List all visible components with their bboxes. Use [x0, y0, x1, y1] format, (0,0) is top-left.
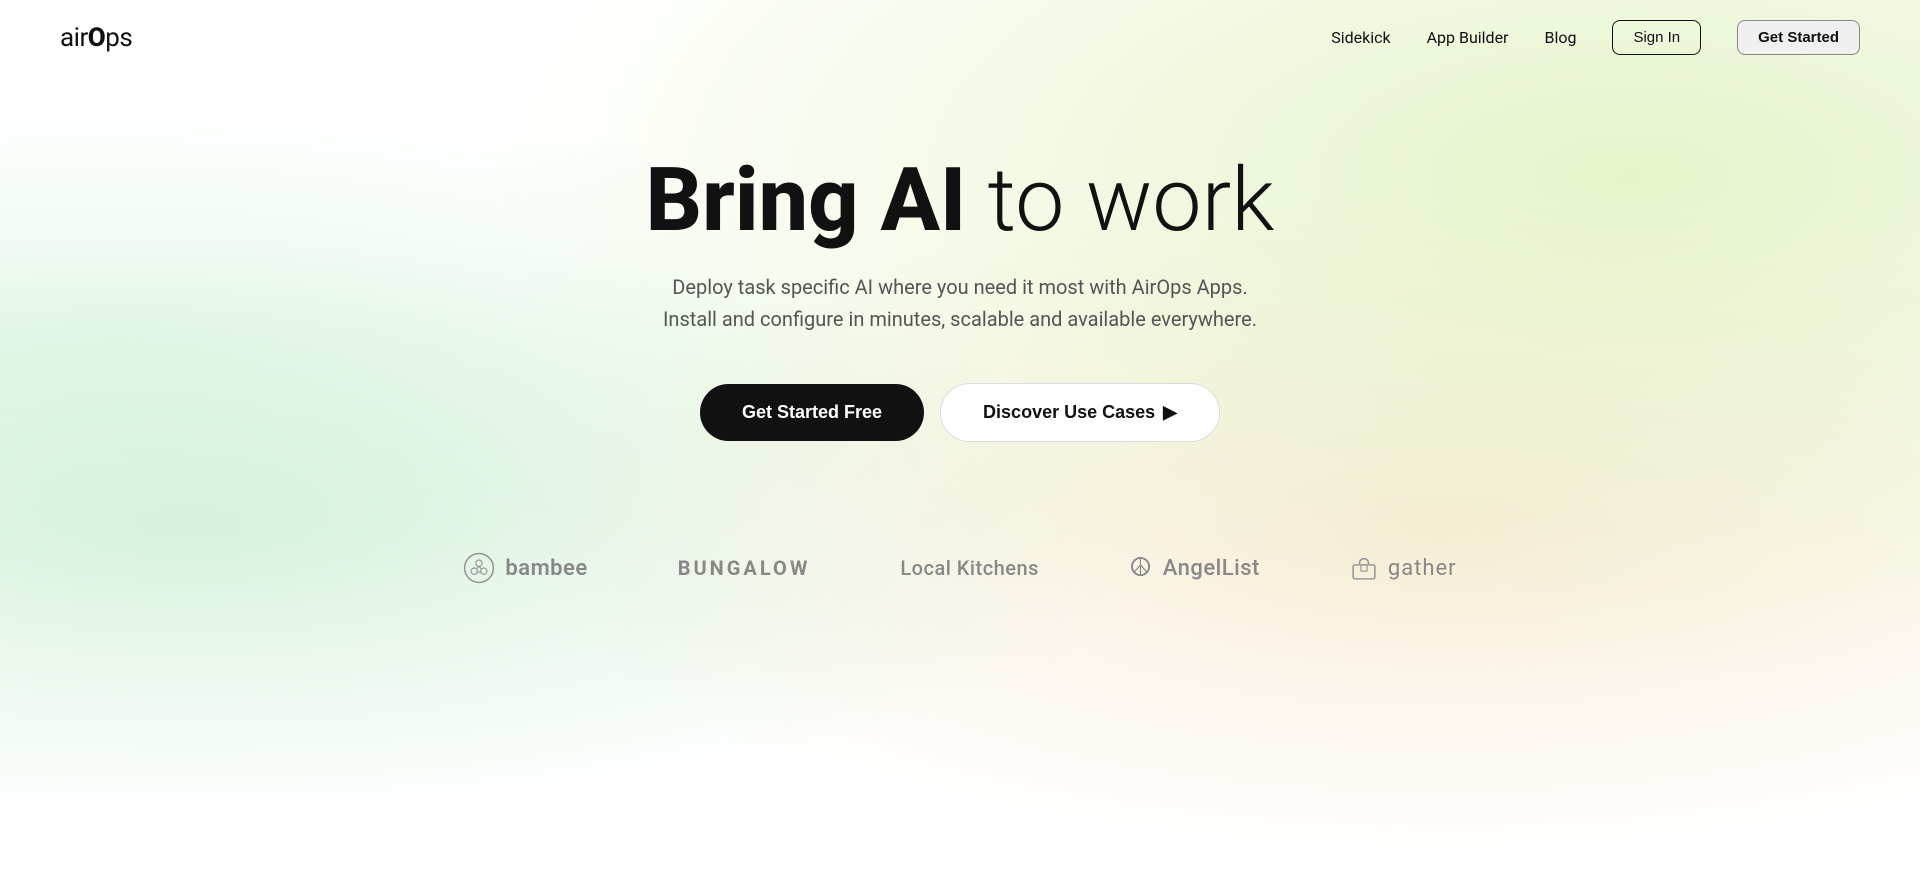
nav-app-builder[interactable]: App Builder [1427, 28, 1509, 47]
nav-sidekick[interactable]: Sidekick [1331, 28, 1390, 47]
hero-buttons: Get Started Free Discover Use Cases ▶ [0, 383, 1920, 442]
logos-section: bambee BUNGALOW Local Kitchens ☮ AngelLi… [0, 522, 1920, 614]
hero-section: Bring AI to work Deploy task specific AI… [0, 75, 1920, 442]
angellist-logo: ☮ AngelList [1129, 553, 1260, 583]
hero-subtitle-line1: Deploy task specific AI where you need i… [672, 275, 1247, 299]
bambee-icon [463, 552, 495, 584]
bungalow-label: BUNGALOW [678, 556, 811, 580]
play-icon: ▶ [1163, 402, 1177, 423]
bambee-label: bambee [505, 556, 587, 581]
bungalow-logo: BUNGALOW [678, 556, 811, 580]
nav-links: Sidekick App Builder Blog Sign In Get St… [1331, 20, 1860, 55]
get-started-free-button[interactable]: Get Started Free [700, 384, 924, 441]
bambee-logo: bambee [463, 552, 587, 584]
logo[interactable]: airOps [60, 23, 132, 53]
hero-title-light: to work [966, 149, 1274, 252]
gather-label: gather [1388, 556, 1457, 581]
nav-blog[interactable]: Blog [1544, 28, 1576, 47]
hero-subtitle: Deploy task specific AI where you need i… [620, 271, 1300, 335]
discover-use-cases-label: Discover Use Cases [983, 402, 1155, 423]
getstarted-nav-button[interactable]: Get Started [1737, 20, 1860, 55]
peace-icon: ☮ [1129, 553, 1153, 583]
hero-title-bold: Bring AI [646, 149, 967, 252]
signin-button[interactable]: Sign In [1612, 20, 1701, 55]
local-kitchens-logo: Local Kitchens [900, 556, 1039, 580]
navbar: airOps Sidekick App Builder Blog Sign In… [0, 0, 1920, 75]
angellist-label: AngelList [1163, 556, 1260, 581]
gather-logo: gather [1350, 554, 1457, 582]
logo-text: airOps [60, 23, 132, 53]
gather-icon [1350, 554, 1378, 582]
hero-subtitle-line2: Install and configure in minutes, scalab… [663, 307, 1257, 331]
hero-title: Bring AI to work [0, 155, 1920, 247]
local-kitchens-label: Local Kitchens [900, 556, 1039, 580]
discover-use-cases-button[interactable]: Discover Use Cases ▶ [940, 383, 1220, 442]
